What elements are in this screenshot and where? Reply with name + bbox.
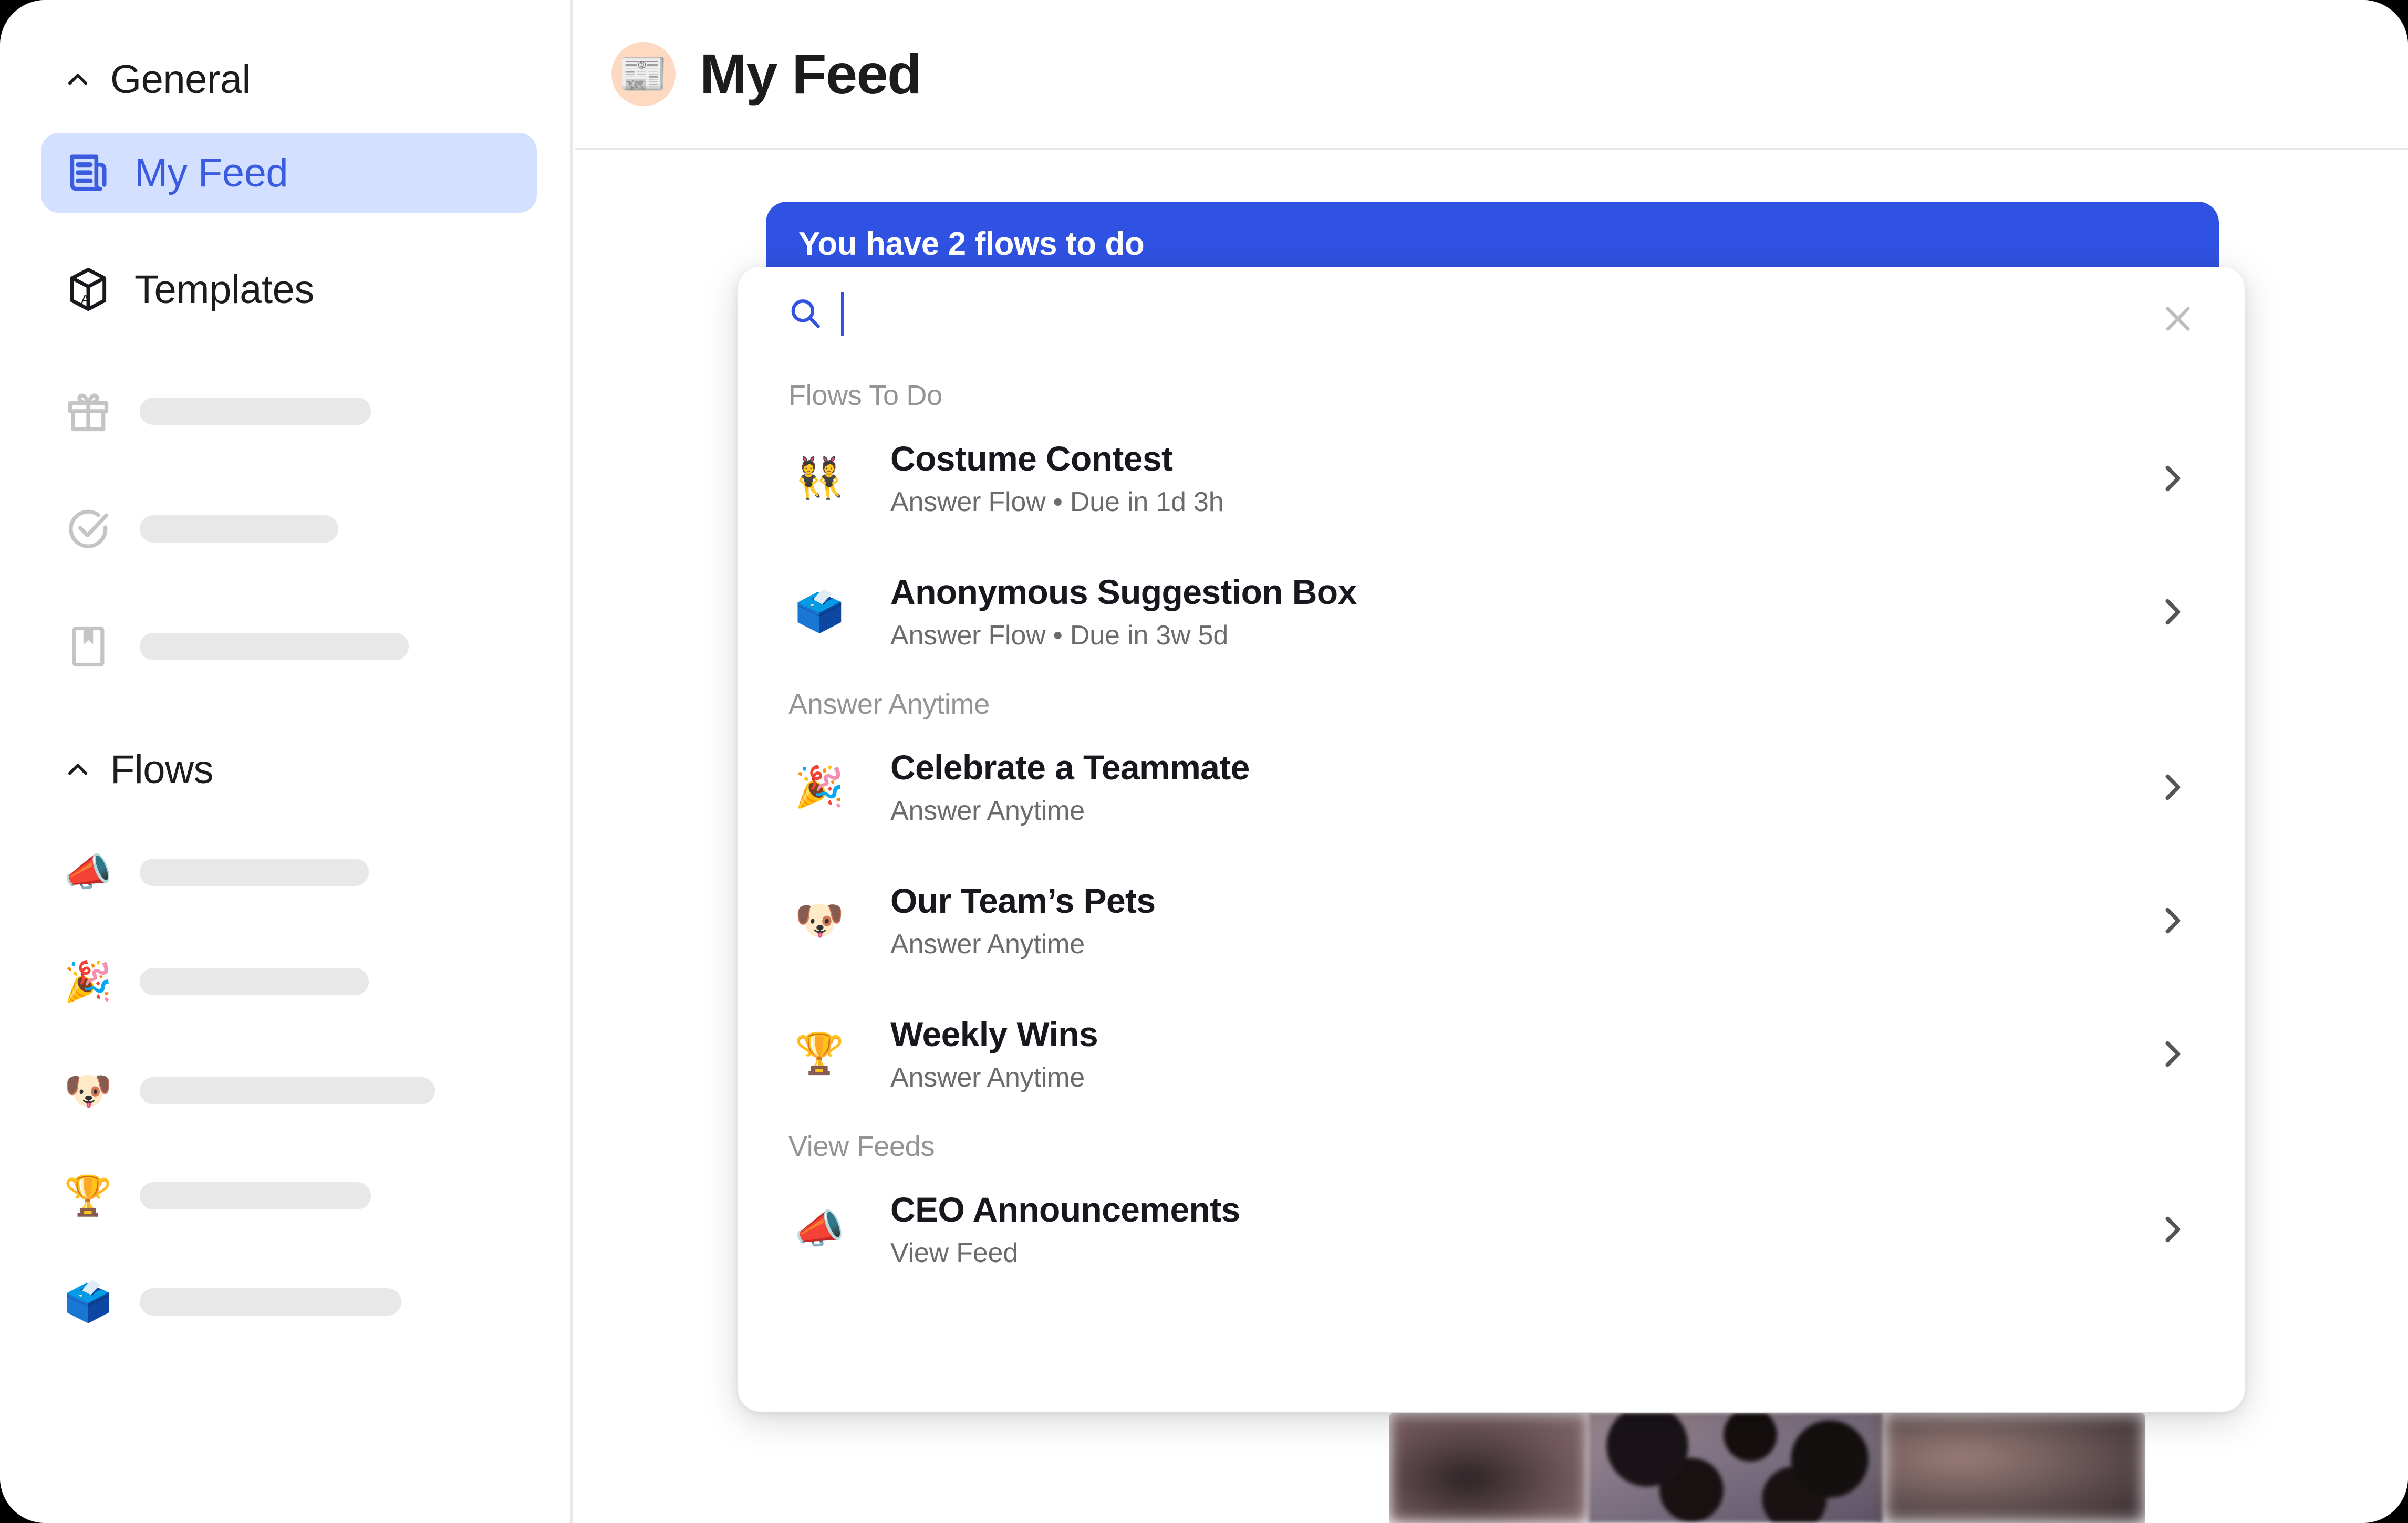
sidebar-section-flows[interactable]: Flows	[0, 747, 213, 792]
party-popper-emoji: 🎉	[64, 959, 113, 1003]
sidebar-placeholder-item[interactable]: 🎉	[63, 953, 369, 1010]
flow-list-item[interactable]: 🗳️ Anonymous Suggestion Box Answer Flow …	[738, 545, 2245, 679]
group-label-view-feeds: View Feeds	[788, 1131, 935, 1162]
sidebar-placeholder-item[interactable]	[63, 618, 409, 675]
newspaper-emoji: 📰	[611, 41, 676, 106]
flow-item-title: Costume Contest	[890, 439, 1173, 478]
newspaper-icon	[63, 148, 113, 198]
box-a-icon: A	[63, 264, 113, 315]
party-popper-emoji: 🎉	[794, 765, 845, 809]
sidebar-placeholder-item[interactable]: 🗳️	[63, 1273, 401, 1331]
flow-item-subtitle: Answer Anytime	[890, 795, 1085, 826]
group-label-answer-anytime: Answer Anytime	[788, 689, 990, 720]
flow-item-subtitle: Answer Flow • Due in 1d 3h	[890, 486, 1224, 517]
sidebar-placeholder-bar	[140, 515, 338, 543]
flow-item-title: Anonymous Suggestion Box	[890, 572, 1357, 612]
sidebar-placeholder-bar	[140, 1182, 371, 1209]
trophy-emoji: 🏆	[794, 1031, 845, 1076]
chevron-up-icon[interactable]	[63, 65, 92, 95]
sidebar-placeholder-item[interactable]	[63, 382, 371, 440]
search-input[interactable]	[841, 290, 2245, 338]
photo-segment	[1883, 1413, 2145, 1523]
sidebar-placeholder-item[interactable]: 🏆	[63, 1167, 371, 1225]
sidebar-placeholder-item[interactable]: 📣	[63, 843, 369, 901]
flow-item-text: Anonymous Suggestion Box Answer Flow • D…	[890, 572, 2152, 651]
flow-item-text: Costume Contest Answer Flow • Due in 1d …	[890, 439, 2152, 518]
chevron-right-icon[interactable]	[2152, 592, 2192, 632]
ballot-box-emoji: 🗳️	[64, 1280, 113, 1323]
sidebar-placeholder-item[interactable]	[63, 500, 338, 558]
flow-list-item[interactable]: 🏆 Weekly Wins Answer Anytime	[738, 987, 2245, 1121]
page-title: My Feed	[700, 42, 922, 106]
flow-item-text: Our Team’s Pets Answer Anytime	[890, 881, 2152, 960]
sidebar-item-my-feed[interactable]: My Feed	[41, 133, 537, 213]
dog-face-emoji: 🐶	[794, 898, 845, 943]
flows-search-dropdown: Flows To Do 👯 Costume Contest Answer Flo…	[738, 267, 2245, 1412]
sidebar-placeholder-bar	[140, 1288, 401, 1316]
svg-text:A: A	[81, 293, 90, 307]
flows-list: Flows To Do 👯 Costume Contest Answer Flo…	[738, 361, 2245, 1296]
sidebar-placeholder-bar	[140, 859, 369, 886]
flow-item-title: Celebrate a Teammate	[890, 748, 1250, 787]
flow-item-text: CEO Announcements View Feed	[890, 1190, 2152, 1269]
photo-segment	[1589, 1413, 1883, 1523]
flow-item-subtitle: Answer Flow • Due in 3w 5d	[890, 620, 1229, 651]
flow-item-text: Celebrate a Teammate Answer Anytime	[890, 748, 2152, 827]
group-label-flows-to-do: Flows To Do	[788, 380, 942, 411]
sidebar-placeholder-bar	[140, 633, 409, 660]
flow-item-title: Weekly Wins	[890, 1015, 1098, 1054]
chevron-right-icon[interactable]	[2152, 1209, 2192, 1249]
sidebar-item-my-feed-label: My Feed	[134, 150, 288, 195]
flow-item-title: Our Team’s Pets	[890, 881, 1156, 921]
flows-to-do-banner-label: You have 2 flows to do	[798, 225, 1145, 262]
search-icon	[785, 294, 825, 334]
chevron-right-icon[interactable]	[2152, 458, 2192, 498]
dog-face-emoji: 🐶	[64, 1069, 113, 1112]
close-icon[interactable]	[2153, 294, 2203, 343]
flow-item-subtitle: Answer Anytime	[890, 1062, 1085, 1093]
feed-post-photo	[1389, 1413, 2145, 1523]
sidebar-section-general-label: General	[110, 57, 251, 102]
flow-item-subtitle: Answer Anytime	[890, 929, 1085, 959]
chevron-right-icon[interactable]	[2152, 901, 2192, 941]
sidebar-item-templates-label: Templates	[134, 267, 314, 312]
sidebar-placeholder-item[interactable]: 🐶	[63, 1062, 435, 1120]
trophy-emoji: 🏆	[64, 1174, 113, 1217]
photo-segment	[1389, 1413, 1589, 1523]
chevron-right-icon[interactable]	[2152, 1034, 2192, 1074]
people-with-bunny-ears-emoji: 👯	[794, 456, 845, 500]
flow-item-title: CEO Announcements	[890, 1190, 1240, 1229]
sidebar-placeholder-bar	[140, 398, 371, 425]
bookmark-book-icon	[63, 621, 113, 672]
flow-list-item[interactable]: 🐶 Our Team’s Pets Answer Anytime	[738, 854, 2245, 987]
check-circle-icon	[63, 504, 113, 554]
app-window: General My Feed A Templates Flows 📣 🎉 🐶 …	[0, 0, 2408, 1523]
sidebar-section-general[interactable]: General	[0, 57, 251, 102]
sidebar-placeholder-bar	[140, 1077, 435, 1104]
page-header: 📰 My Feed	[575, 0, 2408, 150]
sidebar-item-templates[interactable]: A Templates	[41, 249, 537, 329]
ballot-box-emoji: 🗳️	[794, 589, 845, 634]
search-bar	[738, 267, 2245, 361]
text-caret	[841, 292, 844, 336]
sidebar-placeholder-bar	[140, 968, 369, 995]
flow-item-subtitle: View Feed	[890, 1237, 1018, 1268]
flow-list-item[interactable]: 🎉 Celebrate a Teammate Answer Anytime	[738, 721, 2245, 854]
chevron-up-icon[interactable]	[63, 755, 92, 785]
megaphone-emoji: 📣	[64, 850, 113, 894]
gift-icon	[63, 386, 113, 436]
flow-item-text: Weekly Wins Answer Anytime	[890, 1015, 2152, 1093]
sidebar-section-flows-label: Flows	[110, 747, 213, 792]
megaphone-emoji: 📣	[794, 1207, 845, 1251]
sidebar: General My Feed A Templates Flows 📣 🎉 🐶 …	[0, 0, 573, 1523]
flow-list-item[interactable]: 👯 Costume Contest Answer Flow • Due in 1…	[738, 412, 2245, 545]
flow-list-item[interactable]: 📣 CEO Announcements View Feed	[738, 1163, 2245, 1296]
chevron-right-icon[interactable]	[2152, 767, 2192, 807]
